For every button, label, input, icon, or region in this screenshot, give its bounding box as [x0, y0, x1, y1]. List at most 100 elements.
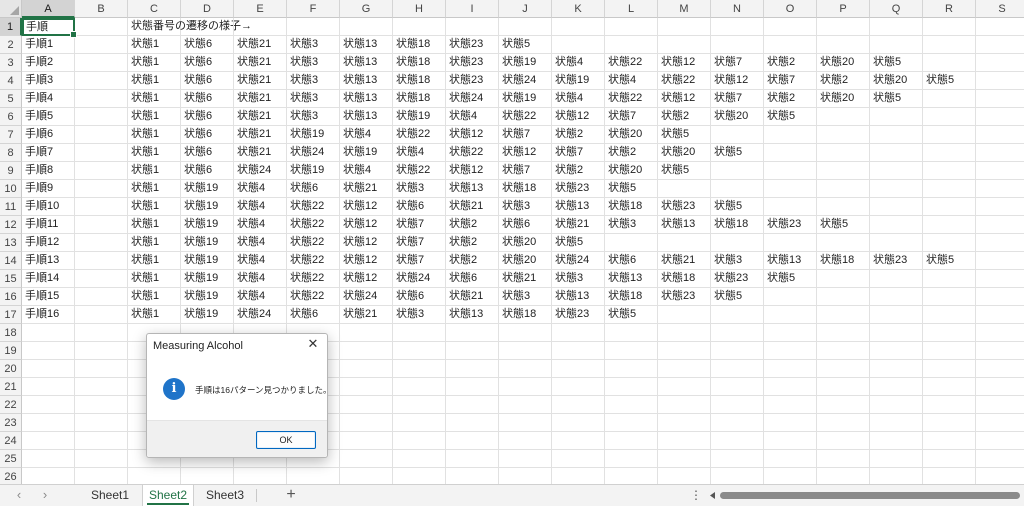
- cell-e2[interactable]: 状態21: [234, 36, 287, 54]
- cell-r17[interactable]: [923, 306, 976, 324]
- cell-p11[interactable]: [817, 198, 870, 216]
- cell-g15[interactable]: 状態12: [340, 270, 393, 288]
- cell-p6[interactable]: [817, 108, 870, 126]
- cell-g7[interactable]: 状態4: [340, 126, 393, 144]
- column-header-c[interactable]: C: [128, 0, 181, 18]
- cell-f7[interactable]: 状態19: [287, 126, 340, 144]
- cell-c7[interactable]: 状態1: [128, 126, 181, 144]
- cell-k2[interactable]: [552, 36, 605, 54]
- cell-l14[interactable]: 状態6: [605, 252, 658, 270]
- cell-k20[interactable]: [552, 360, 605, 378]
- cell-b26[interactable]: [75, 468, 128, 484]
- cell-q15[interactable]: [870, 270, 923, 288]
- cell-q20[interactable]: [870, 360, 923, 378]
- cell-l4[interactable]: 状態4: [605, 72, 658, 90]
- cell-k16[interactable]: 状態13: [552, 288, 605, 306]
- cell-b22[interactable]: [75, 396, 128, 414]
- cell-n3[interactable]: 状態7: [711, 54, 764, 72]
- cell-a4[interactable]: 手順3: [22, 72, 75, 90]
- column-header-k[interactable]: K: [552, 0, 605, 18]
- cell-o15[interactable]: 状態5: [764, 270, 817, 288]
- cell-r24[interactable]: [923, 432, 976, 450]
- cell-n19[interactable]: [711, 342, 764, 360]
- column-header-n[interactable]: N: [711, 0, 764, 18]
- cell-m11[interactable]: 状態23: [658, 198, 711, 216]
- cell-o9[interactable]: [764, 162, 817, 180]
- cell-n11[interactable]: 状態5: [711, 198, 764, 216]
- cell-a23[interactable]: [22, 414, 75, 432]
- cell-b23[interactable]: [75, 414, 128, 432]
- cell-o20[interactable]: [764, 360, 817, 378]
- cell-e14[interactable]: 状態4: [234, 252, 287, 270]
- cell-o1[interactable]: [764, 18, 817, 36]
- column-header-e[interactable]: E: [234, 0, 287, 18]
- cell-p12[interactable]: 状態5: [817, 216, 870, 234]
- cell-c17[interactable]: 状態1: [128, 306, 181, 324]
- cell-b6[interactable]: [75, 108, 128, 126]
- cell-j14[interactable]: 状態20: [499, 252, 552, 270]
- tab-sheet3[interactable]: Sheet3: [196, 485, 254, 506]
- cell-d9[interactable]: 状態6: [181, 162, 234, 180]
- cell-d5[interactable]: 状態6: [181, 90, 234, 108]
- cell-f8[interactable]: 状態24: [287, 144, 340, 162]
- cell-l11[interactable]: 状態18: [605, 198, 658, 216]
- cell-j9[interactable]: 状態7: [499, 162, 552, 180]
- cell-r4[interactable]: 状態5: [923, 72, 976, 90]
- cell-b13[interactable]: [75, 234, 128, 252]
- cell-l1[interactable]: [605, 18, 658, 36]
- cell-g12[interactable]: 状態12: [340, 216, 393, 234]
- cell-k10[interactable]: 状態23: [552, 180, 605, 198]
- cell-j16[interactable]: 状態3: [499, 288, 552, 306]
- cell-f15[interactable]: 状態22: [287, 270, 340, 288]
- column-header-b[interactable]: B: [75, 0, 128, 18]
- cell-g21[interactable]: [340, 378, 393, 396]
- select-all-corner[interactable]: [0, 0, 22, 18]
- cell-i9[interactable]: 状態12: [446, 162, 499, 180]
- cell-m22[interactable]: [658, 396, 711, 414]
- cell-f6[interactable]: 状態3: [287, 108, 340, 126]
- cell-f9[interactable]: 状態19: [287, 162, 340, 180]
- cell-s6[interactable]: [976, 108, 1024, 126]
- cell-h26[interactable]: [393, 468, 446, 484]
- cell-i12[interactable]: 状態2: [446, 216, 499, 234]
- cell-k11[interactable]: 状態13: [552, 198, 605, 216]
- cell-b18[interactable]: [75, 324, 128, 342]
- cell-h6[interactable]: 状態19: [393, 108, 446, 126]
- cell-h14[interactable]: 状態7: [393, 252, 446, 270]
- cell-s1[interactable]: [976, 18, 1024, 36]
- cell-a10[interactable]: 手順9: [22, 180, 75, 198]
- cell-i23[interactable]: [446, 414, 499, 432]
- cell-e8[interactable]: 状態21: [234, 144, 287, 162]
- cell-c12[interactable]: 状態1: [128, 216, 181, 234]
- cell-j6[interactable]: 状態22: [499, 108, 552, 126]
- cell-l8[interactable]: 状態2: [605, 144, 658, 162]
- cell-h3[interactable]: 状態18: [393, 54, 446, 72]
- cell-p16[interactable]: [817, 288, 870, 306]
- cell-n17[interactable]: [711, 306, 764, 324]
- cell-q1[interactable]: [870, 18, 923, 36]
- cell-k15[interactable]: 状態3: [552, 270, 605, 288]
- row-header-21[interactable]: 21: [0, 378, 22, 396]
- cell-f16[interactable]: 状態22: [287, 288, 340, 306]
- cell-r2[interactable]: [923, 36, 976, 54]
- cell-d8[interactable]: 状態6: [181, 144, 234, 162]
- cell-g10[interactable]: 状態21: [340, 180, 393, 198]
- cell-f12[interactable]: 状態22: [287, 216, 340, 234]
- cell-g19[interactable]: [340, 342, 393, 360]
- cell-q11[interactable]: [870, 198, 923, 216]
- cell-q24[interactable]: [870, 432, 923, 450]
- cell-i24[interactable]: [446, 432, 499, 450]
- cell-s14[interactable]: [976, 252, 1024, 270]
- cell-q9[interactable]: [870, 162, 923, 180]
- cell-n20[interactable]: [711, 360, 764, 378]
- cell-g14[interactable]: 状態12: [340, 252, 393, 270]
- cell-l25[interactable]: [605, 450, 658, 468]
- cell-h17[interactable]: 状態3: [393, 306, 446, 324]
- cell-m25[interactable]: [658, 450, 711, 468]
- cell-l6[interactable]: 状態7: [605, 108, 658, 126]
- cell-a22[interactable]: [22, 396, 75, 414]
- cell-r15[interactable]: [923, 270, 976, 288]
- cell-k18[interactable]: [552, 324, 605, 342]
- cell-i17[interactable]: 状態13: [446, 306, 499, 324]
- cell-o17[interactable]: [764, 306, 817, 324]
